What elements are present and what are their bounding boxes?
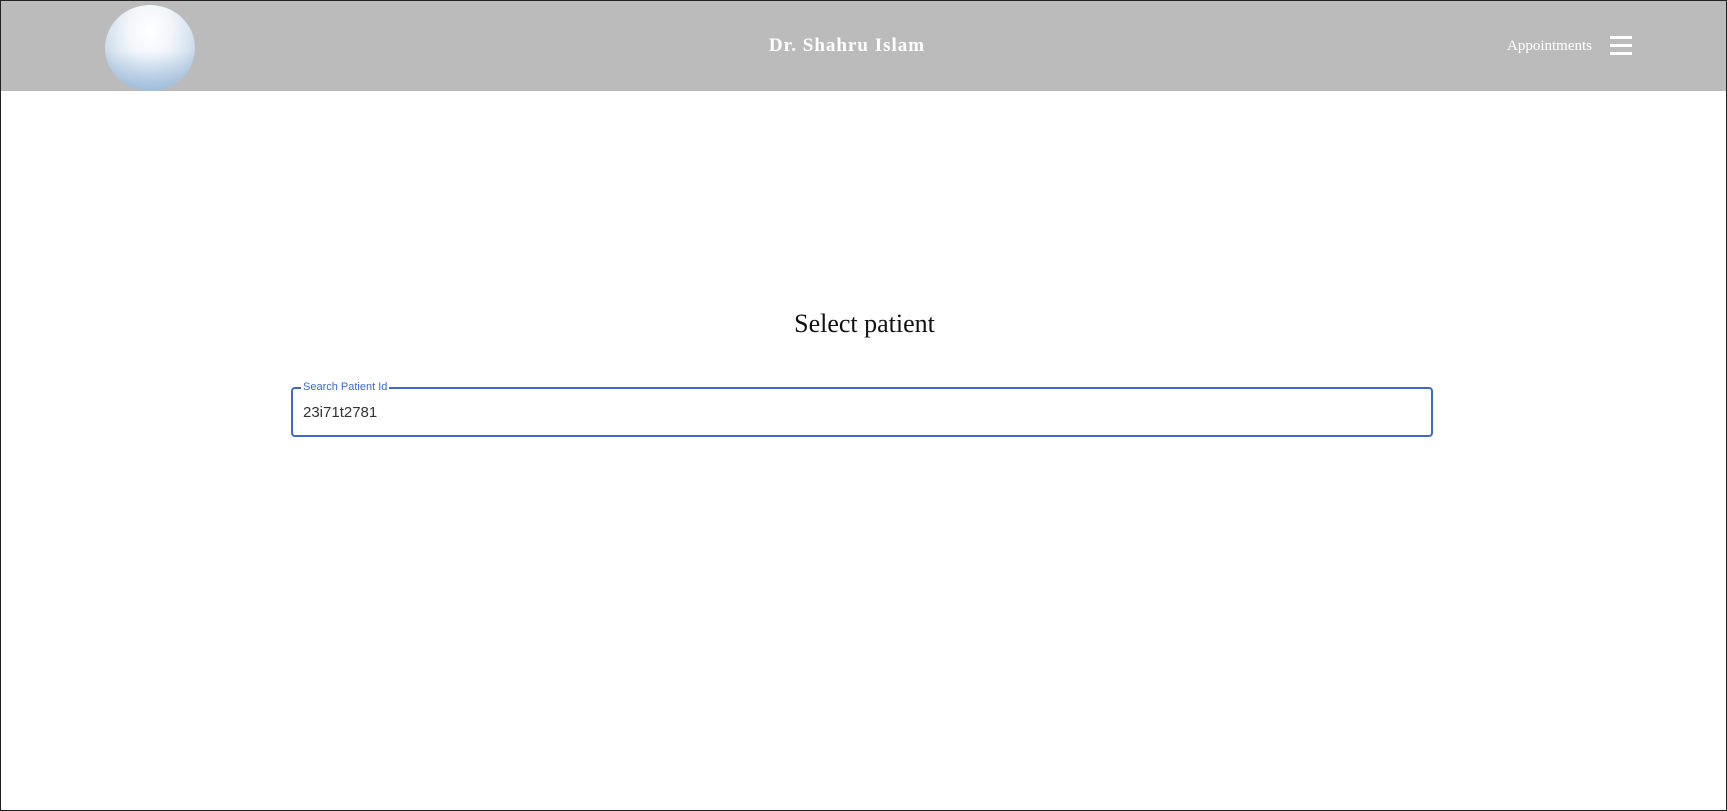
page-title: Select patient xyxy=(794,309,935,338)
doctor-name-title: Dr. Shahru Islam xyxy=(768,35,926,56)
menu-bar xyxy=(1610,44,1632,47)
search-field-label: Search Patient Id xyxy=(301,381,390,393)
app-window: Dr. Shahru Islam Appointments Select pat… xyxy=(0,0,1727,811)
hamburger-menu-icon[interactable] xyxy=(1610,36,1632,55)
patient-id-search-input[interactable] xyxy=(303,402,1413,422)
menu-bar xyxy=(1610,36,1632,39)
top-navbar: Dr. Shahru Islam Appointments xyxy=(1,1,1726,91)
appointments-link[interactable]: Appointments xyxy=(1507,38,1592,55)
menu-bar xyxy=(1610,52,1632,55)
patient-search-field[interactable]: Search Patient Id xyxy=(291,381,1433,437)
